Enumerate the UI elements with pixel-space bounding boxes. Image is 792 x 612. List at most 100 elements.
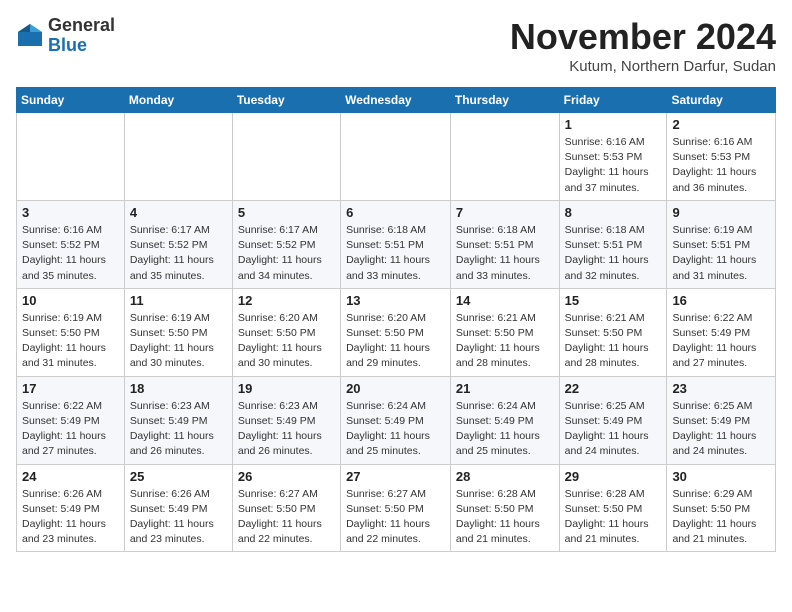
calendar-cell: 23 Sunrise: 6:25 AM Sunset: 5:49 PM Dayli… (667, 376, 776, 464)
day-info: Sunrise: 6:28 AM Sunset: 5:50 PM Dayligh… (565, 487, 662, 548)
day-info: Sunrise: 6:20 AM Sunset: 5:50 PM Dayligh… (238, 311, 335, 372)
calendar-cell: 30Sunrise: 6:29 AM Sunset: 5:50 PM Dayli… (667, 464, 776, 552)
title-block: November 2024 Kutum, Northern Darfur, Su… (510, 16, 776, 75)
calendar-cell: 3 Sunrise: 6:16 AM Sunset: 5:52 PM Daylig… (17, 200, 125, 288)
day-number: 14 (456, 293, 554, 308)
calendar-cell: 25 Sunrise: 6:26 AM Sunset: 5:49 PM Dayli… (124, 464, 232, 552)
day-info: Sunrise: 6:16 AM Sunset: 5:53 PM Dayligh… (565, 135, 662, 196)
calendar-cell (232, 113, 340, 201)
calendar-cell: 11 Sunrise: 6:19 AM Sunset: 5:50 PM Dayli… (124, 288, 232, 376)
calendar-cell (124, 113, 232, 201)
day-number: 17 (22, 381, 119, 396)
weekday-header: Friday (559, 88, 667, 113)
day-number: 29 (565, 469, 662, 484)
day-number: 11 (130, 293, 227, 308)
day-number: 18 (130, 381, 227, 396)
day-info: Sunrise: 6:19 AM Sunset: 5:50 PM Dayligh… (130, 311, 227, 372)
day-number: 2 (672, 117, 770, 132)
day-number: 15 (565, 293, 662, 308)
calendar-cell: 8 Sunrise: 6:18 AM Sunset: 5:51 PM Daylig… (559, 200, 667, 288)
calendar-table: SundayMondayTuesdayWednesdayThursdayFrid… (16, 87, 776, 552)
day-info: Sunrise: 6:23 AM Sunset: 5:49 PM Dayligh… (130, 399, 227, 460)
day-number: 23 (672, 381, 770, 396)
weekday-header: Wednesday (341, 88, 451, 113)
day-number: 10 (22, 293, 119, 308)
day-number: 7 (456, 205, 554, 220)
day-info: Sunrise: 6:17 AM Sunset: 5:52 PM Dayligh… (130, 223, 227, 284)
calendar-cell: 5Sunrise: 6:17 AM Sunset: 5:52 PM Daylig… (232, 200, 340, 288)
day-number: 26 (238, 469, 335, 484)
day-info: Sunrise: 6:26 AM Sunset: 5:49 PM Dayligh… (130, 487, 227, 548)
calendar-cell: 16 Sunrise: 6:22 AM Sunset: 5:49 PM Dayli… (667, 288, 776, 376)
location: Kutum, Northern Darfur, Sudan (510, 58, 776, 75)
day-number: 13 (346, 293, 445, 308)
calendar-cell (341, 113, 451, 201)
day-info: Sunrise: 6:16 AM Sunset: 5:53 PM Dayligh… (672, 135, 770, 196)
calendar-cell: 12 Sunrise: 6:20 AM Sunset: 5:50 PM Dayli… (232, 288, 340, 376)
calendar-cell: 22Sunrise: 6:25 AM Sunset: 5:49 PM Dayli… (559, 376, 667, 464)
day-info: Sunrise: 6:24 AM Sunset: 5:49 PM Dayligh… (346, 399, 445, 460)
calendar-cell: 7 Sunrise: 6:18 AM Sunset: 5:51 PM Daylig… (450, 200, 559, 288)
day-info: Sunrise: 6:24 AM Sunset: 5:49 PM Dayligh… (456, 399, 554, 460)
day-number: 22 (565, 381, 662, 396)
day-number: 16 (672, 293, 770, 308)
calendar-cell: 6 Sunrise: 6:18 AM Sunset: 5:51 PM Daylig… (341, 200, 451, 288)
calendar-cell: 20Sunrise: 6:24 AM Sunset: 5:49 PM Dayli… (341, 376, 451, 464)
day-number: 6 (346, 205, 445, 220)
day-info: Sunrise: 6:21 AM Sunset: 5:50 PM Dayligh… (565, 311, 662, 372)
calendar-cell: 29 Sunrise: 6:28 AM Sunset: 5:50 PM Dayli… (559, 464, 667, 552)
calendar-cell: 21 Sunrise: 6:24 AM Sunset: 5:49 PM Dayli… (450, 376, 559, 464)
page-header: General Blue November 2024 Kutum, Northe… (16, 16, 776, 75)
weekday-header: Saturday (667, 88, 776, 113)
day-number: 21 (456, 381, 554, 396)
calendar-cell: 28 Sunrise: 6:28 AM Sunset: 5:50 PM Dayli… (450, 464, 559, 552)
calendar-cell: 10Sunrise: 6:19 AM Sunset: 5:50 PM Dayli… (17, 288, 125, 376)
calendar-cell: 4Sunrise: 6:17 AM Sunset: 5:52 PM Daylig… (124, 200, 232, 288)
calendar-cell: 9 Sunrise: 6:19 AM Sunset: 5:51 PM Daylig… (667, 200, 776, 288)
logo-text: General Blue (48, 16, 115, 56)
calendar-cell: 14 Sunrise: 6:21 AM Sunset: 5:50 PM Dayli… (450, 288, 559, 376)
calendar-cell: 24 Sunrise: 6:26 AM Sunset: 5:49 PM Dayli… (17, 464, 125, 552)
day-number: 19 (238, 381, 335, 396)
day-number: 27 (346, 469, 445, 484)
day-number: 24 (22, 469, 119, 484)
day-info: Sunrise: 6:18 AM Sunset: 5:51 PM Dayligh… (565, 223, 662, 284)
day-info: Sunrise: 6:26 AM Sunset: 5:49 PM Dayligh… (22, 487, 119, 548)
day-info: Sunrise: 6:19 AM Sunset: 5:51 PM Dayligh… (672, 223, 770, 284)
calendar-cell (17, 113, 125, 201)
calendar-cell: 17 Sunrise: 6:22 AM Sunset: 5:49 PM Dayli… (17, 376, 125, 464)
calendar-cell: 13 Sunrise: 6:20 AM Sunset: 5:50 PM Dayli… (341, 288, 451, 376)
day-info: Sunrise: 6:27 AM Sunset: 5:50 PM Dayligh… (238, 487, 335, 548)
logo: General Blue (16, 16, 115, 56)
day-info: Sunrise: 6:20 AM Sunset: 5:50 PM Dayligh… (346, 311, 445, 372)
day-number: 3 (22, 205, 119, 220)
day-info: Sunrise: 6:22 AM Sunset: 5:49 PM Dayligh… (22, 399, 119, 460)
calendar-cell (450, 113, 559, 201)
calendar-cell: 19 Sunrise: 6:23 AM Sunset: 5:49 PM Dayli… (232, 376, 340, 464)
weekday-header: Thursday (450, 88, 559, 113)
day-info: Sunrise: 6:22 AM Sunset: 5:49 PM Dayligh… (672, 311, 770, 372)
day-info: Sunrise: 6:28 AM Sunset: 5:50 PM Dayligh… (456, 487, 554, 548)
day-info: Sunrise: 6:18 AM Sunset: 5:51 PM Dayligh… (456, 223, 554, 284)
day-number: 1 (565, 117, 662, 132)
calendar-cell: 27 Sunrise: 6:27 AM Sunset: 5:50 PM Dayli… (341, 464, 451, 552)
calendar-cell: 2 Sunrise: 6:16 AM Sunset: 5:53 PM Daylig… (667, 113, 776, 201)
weekday-header: Tuesday (232, 88, 340, 113)
weekday-header: Monday (124, 88, 232, 113)
day-info: Sunrise: 6:16 AM Sunset: 5:52 PM Dayligh… (22, 223, 119, 284)
calendar-cell: 26 Sunrise: 6:27 AM Sunset: 5:50 PM Dayli… (232, 464, 340, 552)
day-number: 28 (456, 469, 554, 484)
day-info: Sunrise: 6:23 AM Sunset: 5:49 PM Dayligh… (238, 399, 335, 460)
weekday-header: Sunday (17, 88, 125, 113)
day-number: 5 (238, 205, 335, 220)
day-info: Sunrise: 6:18 AM Sunset: 5:51 PM Dayligh… (346, 223, 445, 284)
day-number: 25 (130, 469, 227, 484)
day-number: 9 (672, 205, 770, 220)
day-number: 12 (238, 293, 335, 308)
day-info: Sunrise: 6:27 AM Sunset: 5:50 PM Dayligh… (346, 487, 445, 548)
day-info: Sunrise: 6:21 AM Sunset: 5:50 PM Dayligh… (456, 311, 554, 372)
day-number: 8 (565, 205, 662, 220)
day-info: Sunrise: 6:29 AM Sunset: 5:50 PM Dayligh… (672, 487, 770, 548)
day-info: Sunrise: 6:25 AM Sunset: 5:49 PM Dayligh… (672, 399, 770, 460)
month-title: November 2024 (510, 16, 776, 58)
